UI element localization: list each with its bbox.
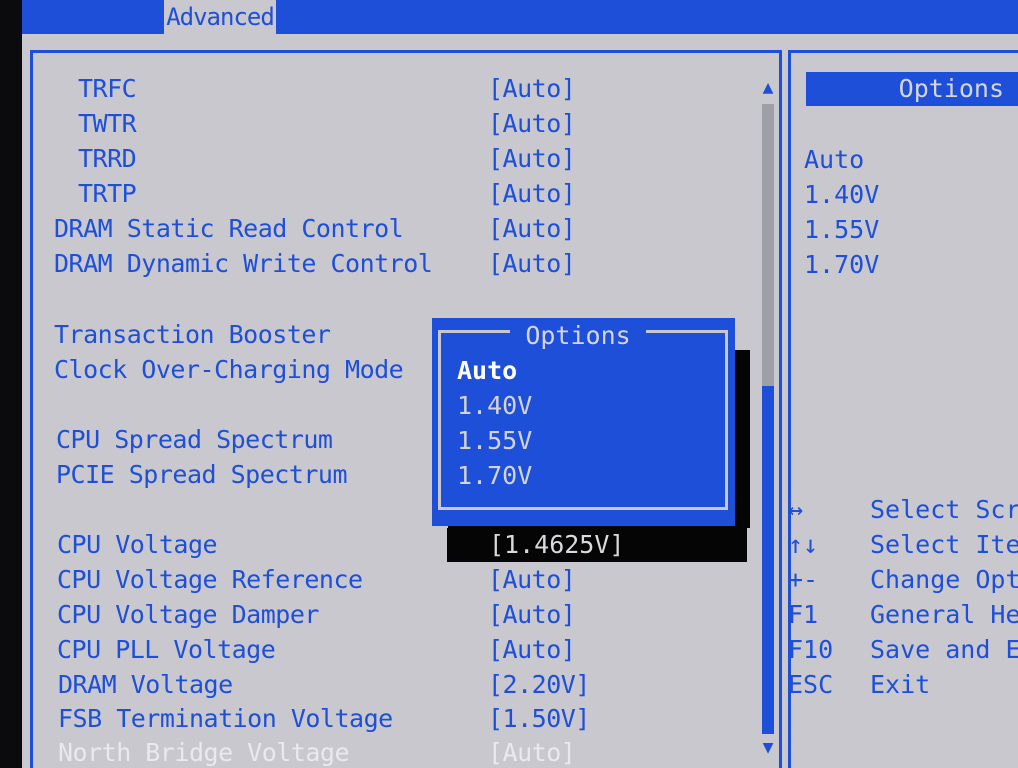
setting-row-twtr[interactable]: TWTR [Auto] xyxy=(22,107,762,141)
setting-row-trrd[interactable]: TRRD [Auto] xyxy=(22,142,762,176)
popup-option-auto[interactable]: Auto xyxy=(457,354,697,388)
side-option-auto: Auto xyxy=(804,145,865,174)
setting-label: TWTR xyxy=(78,109,137,138)
options-popup-title: Options xyxy=(510,318,646,354)
side-options-title: Options xyxy=(806,72,1018,106)
setting-row-fsb-termination-voltage[interactable]: FSB Termination Voltage [1.50V] xyxy=(22,702,762,736)
popup-option-1-70v[interactable]: 1.70V xyxy=(457,459,697,493)
help-text-select-item: Select Ite xyxy=(870,530,1018,559)
popup-option-1-40v[interactable]: 1.40V xyxy=(457,389,697,423)
setting-value: [1.50V] xyxy=(488,704,590,733)
scrollbar-thumb[interactable] xyxy=(762,386,774,734)
setting-row-north-bridge-voltage[interactable]: North Bridge Voltage [Auto] xyxy=(22,736,762,768)
help-text-select-screen: Select Scr xyxy=(870,495,1018,524)
tab-advanced[interactable]: Advanced xyxy=(164,0,276,34)
setting-label: CPU Voltage xyxy=(57,530,218,559)
setting-label: North Bridge Voltage xyxy=(58,738,350,767)
setting-label: CPU Spread Spectrum xyxy=(56,425,333,454)
setting-value: [Auto] xyxy=(488,565,576,594)
setting-label: Transaction Booster xyxy=(54,320,331,349)
setting-value: [Auto] xyxy=(488,249,576,278)
setting-label: DRAM Static Read Control xyxy=(54,214,404,243)
setting-label: TRRD xyxy=(78,144,137,173)
help-key-save-exit: F10 xyxy=(788,635,834,664)
setting-value: [Auto] xyxy=(488,109,576,138)
bios-top-bar: Advanced xyxy=(22,0,1018,34)
setting-label: CPU Voltage Damper xyxy=(57,600,319,629)
side-option-1-55v: 1.55V xyxy=(804,215,880,244)
setting-row-trtp[interactable]: TRTP [Auto] xyxy=(22,177,762,211)
options-popup: Options Auto 1.40V 1.55V 1.70V xyxy=(432,318,735,526)
help-text-change-option: Change Opt xyxy=(870,565,1018,594)
setting-row-cpu-voltage-damper[interactable]: CPU Voltage Damper [Auto] xyxy=(22,598,762,632)
cpu-voltage-selected-value[interactable]: [1.4625V] xyxy=(447,528,747,562)
setting-row-dram-dynamic-write-control[interactable]: DRAM Dynamic Write Control [Auto] xyxy=(22,247,762,281)
bios-screen: Advanced TRFC [Auto] TWTR [Auto] TRRD [A… xyxy=(22,0,1018,768)
setting-label: Clock Over-Charging Mode xyxy=(54,355,404,384)
setting-value: [2.20V] xyxy=(488,670,590,699)
setting-value: [Auto] xyxy=(488,738,576,767)
setting-label: DRAM Voltage xyxy=(58,670,233,699)
setting-value: [Auto] xyxy=(488,74,576,103)
setting-value: [Auto] xyxy=(488,600,576,629)
setting-row-cpu-voltage-reference[interactable]: CPU Voltage Reference [Auto] xyxy=(22,563,762,597)
setting-label: FSB Termination Voltage xyxy=(58,704,393,733)
scroll-up-arrow-icon[interactable]: ▲ xyxy=(758,78,778,98)
help-text-exit: Exit xyxy=(870,670,931,699)
side-option-1-70v: 1.70V xyxy=(804,250,880,279)
help-key-select-item: ↑↓ xyxy=(788,530,819,559)
setting-label: CPU Voltage Reference xyxy=(57,565,363,594)
setting-label: PCIE Spread Spectrum xyxy=(56,460,348,489)
help-key-select-screen: ↔ xyxy=(788,495,804,524)
setting-row-cpu-pll-voltage[interactable]: CPU PLL Voltage [Auto] xyxy=(22,633,762,667)
setting-label: TRFC xyxy=(78,74,137,103)
setting-row-dram-static-read-control[interactable]: DRAM Static Read Control [Auto] xyxy=(22,212,762,246)
setting-value: [Auto] xyxy=(488,144,576,173)
side-option-1-40v: 1.40V xyxy=(804,180,880,209)
setting-label: CPU PLL Voltage xyxy=(57,635,276,664)
setting-value: [Auto] xyxy=(488,179,576,208)
popup-option-1-55v[interactable]: 1.55V xyxy=(457,424,697,458)
setting-row-dram-voltage[interactable]: DRAM Voltage [2.20V] xyxy=(22,668,762,702)
help-text-general-help: General He xyxy=(870,600,1018,629)
setting-value: [Auto] xyxy=(488,214,576,243)
help-key-exit: ESC xyxy=(788,670,834,699)
setting-row-trfc[interactable]: TRFC [Auto] xyxy=(22,72,762,106)
setting-value: [Auto] xyxy=(488,635,576,664)
help-key-change-option: +- xyxy=(788,565,819,594)
setting-label: DRAM Dynamic Write Control xyxy=(54,249,433,278)
help-key-general-help: F1 xyxy=(788,600,819,629)
setting-label: TRTP xyxy=(78,179,137,208)
help-text-save-exit: Save and E xyxy=(870,635,1018,664)
scroll-down-arrow-icon[interactable]: ▼ xyxy=(758,738,778,758)
